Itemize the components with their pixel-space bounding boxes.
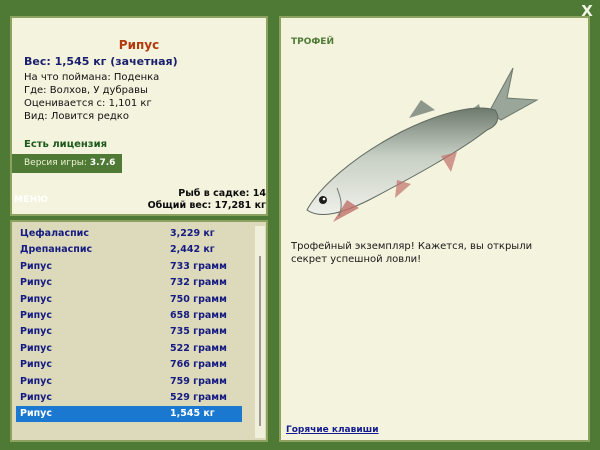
fish-name: Рипус	[118, 38, 160, 52]
scrollbar-thumb[interactable]	[259, 256, 261, 426]
catch-row[interactable]: Рипус 522 грамм	[16, 341, 242, 357]
catch-fish-name: Рипус	[20, 408, 53, 420]
catch-fish-weight: 766 грамм	[170, 359, 227, 371]
catch-fish-name: Цефаласпис	[20, 228, 89, 239]
catch-fish-name: Рипус	[20, 293, 53, 305]
catch-fish-name: Рипус	[20, 359, 53, 371]
catch-summary: Рыб в садке: 14 Общий вес: 17,281 кг	[148, 188, 266, 212]
version-label: Версия игры:	[24, 158, 87, 168]
catch-row[interactable]: Рипус 750 грамм	[16, 292, 242, 308]
catch-fish-weight: 522 грамм	[170, 342, 227, 354]
kind-info: Вид: Ловится редко	[24, 111, 129, 122]
catch-fish-name: Рипус	[20, 277, 53, 289]
catch-info-panel: Рипус Вес: 1,545 кг (зачетная) На что по…	[10, 16, 268, 216]
catch-list: Цефаласпис 3,229 кг Дрепанаспис 2,442 кг Рип…	[10, 220, 268, 442]
catch-row[interactable]: Рипус 529 грамм	[16, 390, 242, 406]
catch-row[interactable]: Рипус 658 грамм	[16, 308, 242, 324]
menu-button[interactable]: МЕНЮ	[14, 195, 48, 205]
catch-fish-weight: 733 грамм	[170, 260, 227, 272]
catch-fish-name: Дрепанаспис	[20, 244, 93, 256]
catch-row[interactable]: Рипус 733 грамм	[16, 259, 242, 275]
hotkeys-link[interactable]: Горячие клавиши	[286, 425, 379, 435]
catch-row[interactable]: Рипус 766 грамм	[16, 357, 242, 373]
catch-fish-weight: 750 грамм	[170, 293, 227, 305]
catch-row[interactable]: Рипус 759 грамм	[16, 374, 242, 390]
location-info: Где: Волхов, У дубравы	[24, 85, 148, 96]
trophy-panel: ТРОФЕЙ Трофейный экземпляр! Кажется, вы …	[279, 16, 590, 442]
catch-fish-name: Рипус	[20, 375, 53, 387]
catch-fish-weight: 735 грамм	[170, 326, 227, 338]
version-value: 3.7.6	[89, 158, 116, 168]
trophy-title: ТРОФЕЙ	[291, 37, 334, 47]
catch-fish-weight: 2,442 кг	[170, 244, 215, 256]
total-weight: Общий вес: 17,281 кг	[147, 200, 266, 211]
license-status: Есть лицензия	[24, 139, 108, 150]
catch-fish-weight: 3,229 кг	[170, 228, 215, 239]
fish-count: Рыб в садке: 14	[178, 188, 266, 199]
catch-fish-weight: 732 грамм	[170, 277, 227, 289]
version-bar: Версия игры: 3.7.6	[12, 154, 122, 173]
catch-row[interactable]: Рипус 735 грамм	[16, 324, 242, 340]
catch-fish-weight: 658 грамм	[170, 310, 227, 321]
catch-fish-weight: 759 грамм	[170, 375, 227, 387]
fish-weight: Вес: 1,545 кг (зачетная)	[24, 55, 178, 68]
catch-fish-name: Рипус	[20, 342, 53, 354]
fish-image	[306, 67, 539, 222]
valued-info: Оценивается с: 1,101 кг	[24, 98, 152, 109]
bait-info: На что поймана: Поденка	[24, 72, 160, 83]
catch-row[interactable]: Рипус 1,545 кг	[16, 406, 242, 423]
catch-row[interactable]: Рипус 732 грамм	[16, 275, 242, 291]
catch-row[interactable]: Цефаласпис 3,229 кг	[16, 226, 242, 242]
catch-fish-weight: 1,545 кг	[170, 408, 215, 420]
catch-fish-name: Рипус	[20, 392, 53, 403]
catch-fish-name: Рипус	[20, 310, 53, 321]
catch-fish-name: Рипус	[20, 326, 53, 338]
catch-fish-name: Рипус	[20, 260, 53, 272]
catch-row[interactable]: Дрепанаспис 2,442 кг	[16, 242, 242, 258]
scrollbar[interactable]	[255, 226, 265, 438]
trophy-text: Трофейный экземпляр! Кажется, вы открыли…	[291, 241, 533, 265]
catch-fish-weight: 529 грамм	[170, 392, 227, 403]
